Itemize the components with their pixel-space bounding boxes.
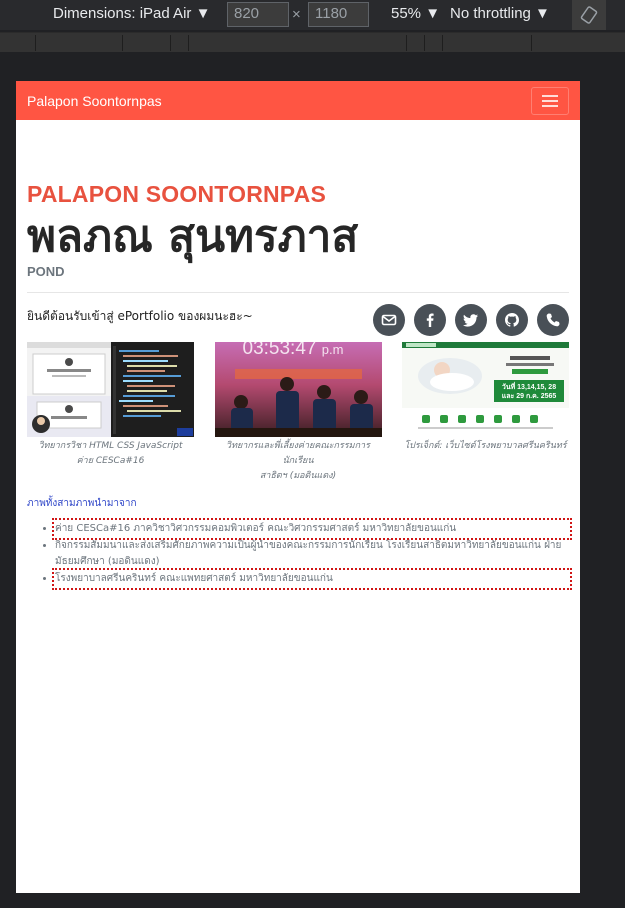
hospital-date-banner: วันที่ 13,14,15, 28 และ 29 ก.ค. 2565 [501,384,557,400]
gallery-caption: โปรเจ็กต์: เว็บไซต์โรงพยาบาลศรีนครินทร์ [402,439,569,454]
zoom-label: 55% [391,5,422,22]
gallery-item: 03:53:47 p.m วิทยากรและพี่เลี้ยงค่ายคณะก… [214,342,382,484]
github-link[interactable] [496,304,528,336]
facebook-link[interactable] [414,304,446,336]
caption-line: วิทยากรและพี่เลี้ยงค่ายคณะกรรมการนักเรีย… [226,441,370,466]
gallery-image-hospital-website[interactable]: วันที่ 13,14,15, 28 และ 29 ก.ค. 2565 [402,342,569,437]
divider [27,292,569,293]
github-icon [505,313,519,327]
rotate-button[interactable] [572,0,606,30]
hamburger-line [542,94,558,97]
zoom-dropdown[interactable]: 55% ▼ [391,5,440,22]
nickname: POND [27,264,65,279]
image-source-link[interactable]: ภาพทั้งสามภาพนำมาจาก [27,496,569,511]
devtools-device-toolbar: Dimensions: iPad Air ▼ 820 × 1180 55% ▼ … [0,0,625,30]
caption-line: สาธิตฯ (มอดินแดง) [259,471,337,481]
stage-clock-overlay: 03:53:47 p.m [243,342,344,360]
twitter-link[interactable] [455,304,487,336]
welcome-text: ยินดีต้อนรับเข้าสู่ ePortfolio ของผมนะฮะ… [27,309,253,323]
throttling-label: No throttling [450,5,531,22]
navbar-brand[interactable]: Palapon Soontornpas [27,93,162,109]
media-query-bar [0,32,625,52]
gallery-image-html-css-js[interactable] [27,342,194,437]
device-label: Dimensions: iPad Air [53,5,192,22]
clock-time: 03:53:47 [242,342,317,359]
menu-toggle-button[interactable] [531,86,569,115]
envelope-icon [381,314,397,326]
height-input[interactable]: 1180 [308,2,369,27]
throttling-dropdown[interactable]: No throttling ▼ [450,5,550,22]
twitter-icon [463,314,478,327]
welcome-row: ยินดีต้อนรับเข้าสู่ ePortfolio ของผมนะฮะ… [27,304,569,336]
gallery-caption: วิทยากรวิชา HTML CSS JavaScript ค่าย CES… [27,439,194,469]
email-link[interactable] [373,304,405,336]
hamburger-line [542,99,558,102]
credit-item: โรงพยาบาลศรีนครินทร์ คณะแพทยศาสตร์ มหาวิ… [52,568,572,590]
main-content: PALAPON SOONTORNPAS พลภณ สุนทรภาส POND ย… [16,181,580,590]
width-input[interactable]: 820 [227,2,289,27]
facebook-icon [426,313,434,327]
dimension-separator: × [292,6,301,23]
gallery: วิทยากรวิชา HTML CSS JavaScript ค่าย CES… [27,342,569,484]
gallery-image-student-council[interactable]: 03:53:47 p.m [214,342,382,437]
caption-line: ค่าย CESCa#16 [76,456,145,466]
device-viewport: Palapon Soontornpas PALAPON SOONTORNPAS … [16,81,580,893]
social-links [373,304,569,336]
phone-icon [546,313,560,327]
caption-line: วิทยากรวิชา HTML CSS JavaScript [38,441,183,451]
name-thai: พลภณ สุนทรภาส [27,211,359,262]
clock-suffix: p.m [321,342,344,357]
gallery-item: วิทยากรวิชา HTML CSS JavaScript ค่าย CES… [27,342,194,484]
rotate-icon [580,6,598,24]
credits-list: ค่าย CESCa#16 ภาควิชาวิศวกรรมคอมพิวเตอร์… [27,518,572,590]
gallery-item: วันที่ 13,14,15, 28 และ 29 ก.ค. 2565 โปร… [402,342,569,484]
caption-line: โปรเจ็กต์: เว็บไซต์โรงพยาบาลศรีนครินทร์ [404,441,567,451]
gallery-caption: วิทยากรและพี่เลี้ยงค่ายคณะกรรมการนักเรีย… [215,439,382,484]
navbar: Palapon Soontornpas [16,81,580,120]
device-dimensions-dropdown[interactable]: Dimensions: iPad Air ▼ [53,5,210,22]
hamburger-line [542,104,558,107]
name-english: PALAPON SOONTORNPAS [27,181,326,207]
phone-link[interactable] [537,304,569,336]
credit-item: ค่าย CESCa#16 ภาควิชาวิศวกรรมคอมพิวเตอร์… [52,518,572,540]
credit-item: กิจกรรมสัมมนาและส่งเสริมศักยภาพความเป็นผ… [55,538,569,570]
